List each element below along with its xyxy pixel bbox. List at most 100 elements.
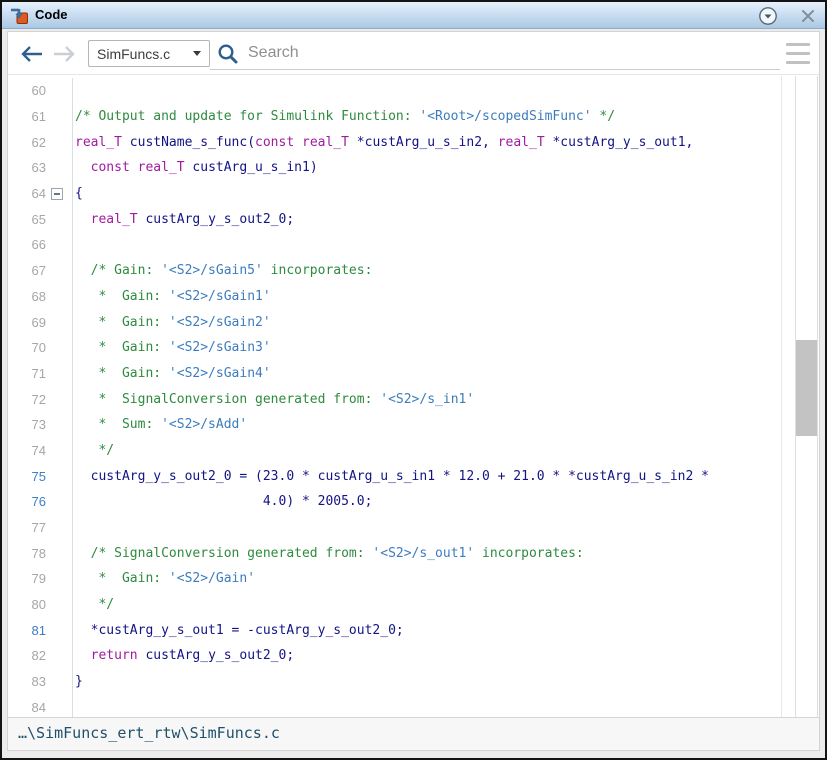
model-element-link[interactable]: '<S2>/sGain3' — [169, 340, 271, 355]
code-line: 73 * Sum: '<S2>/sAdd' — [8, 412, 781, 438]
fold-column — [46, 412, 73, 438]
file-path: …\SimFuncs_ert_rtw\SimFuncs.c — [18, 724, 280, 742]
model-element-link[interactable]: '<Root>/scopedSimFunc' — [419, 109, 591, 124]
code-text: */ — [73, 443, 114, 458]
status-bar: …\SimFuncs_ert_rtw\SimFuncs.c — [8, 717, 819, 750]
code-text: */ — [73, 597, 114, 612]
code-line: 71 * Gain: '<S2>/sGain4' — [8, 361, 781, 387]
fold-column — [46, 566, 73, 592]
fold-column — [46, 463, 73, 489]
model-element-link[interactable]: '<S2>/sGain4' — [169, 366, 271, 381]
code-line: 75 custArg_y_s_out2_0 = (23.0 * custArg_… — [8, 463, 781, 489]
code-text: * SignalConversion generated from: '<S2>… — [73, 392, 474, 407]
line-number: 61 — [8, 109, 46, 124]
code-line: 61/* Output and update for Simulink Func… — [8, 104, 781, 130]
code-line: 77 — [8, 515, 781, 541]
line-number: 63 — [8, 160, 46, 175]
code-line: 78 /* SignalConversion generated from: '… — [8, 540, 781, 566]
code-text: custArg_y_s_out2_0 = (23.0 * custArg_u_s… — [73, 469, 709, 484]
code-line: 69 * Gain: '<S2>/sGain2' — [8, 309, 781, 335]
code-line: 83} — [8, 669, 781, 695]
fold-column — [46, 309, 73, 335]
code-text: * Gain: '<S2>/sGain3' — [73, 340, 271, 355]
code-text: 4.0) * 2005.0; — [73, 494, 372, 509]
code-text: /* SignalConversion generated from: '<S2… — [73, 546, 584, 561]
code-text: * Gain: '<S2>/sGain1' — [73, 289, 271, 304]
code-line: 67 /* Gain: '<S2>/sGain5' incorporates: — [8, 258, 781, 284]
code-line: 65 real_T custArg_y_s_out2_0; — [8, 206, 781, 232]
model-element-link[interactable]: '<S2>/sGain5' — [161, 263, 263, 278]
fold-column — [46, 592, 73, 618]
code-text: * Gain: '<S2>/Gain' — [73, 571, 255, 586]
fold-column — [46, 129, 73, 155]
code-editor: 60 61/* Output and update for Simulink Fu… — [8, 76, 819, 717]
search-icon — [216, 42, 240, 66]
fold-column — [46, 335, 73, 361]
fold-column — [46, 206, 73, 232]
line-number: 81 — [8, 623, 46, 638]
code-line: 81 *custArg_y_s_out1 = -custArg_y_s_out2… — [8, 617, 781, 643]
line-number: 78 — [8, 546, 46, 561]
line-number: 84 — [8, 700, 46, 715]
search-input[interactable] — [248, 40, 648, 66]
fold-column — [46, 515, 73, 541]
toolbar: SimFuncs.c — [8, 32, 819, 75]
line-number: 71 — [8, 366, 46, 381]
close-icon[interactable] — [799, 7, 817, 25]
scrollbar-thumb[interactable] — [796, 340, 817, 436]
line-number: 60 — [8, 83, 46, 98]
code-line: 82 return custArg_y_s_out2_0; — [8, 643, 781, 669]
search-field — [210, 37, 780, 70]
code-line: 74 */ — [8, 438, 781, 464]
chevron-down-icon — [193, 51, 201, 56]
code-panel: SimFuncs.c 60 61/* Output and update for … — [7, 31, 820, 751]
fold-column — [46, 695, 73, 718]
line-number: 64 — [8, 186, 46, 201]
code-text: * Gain: '<S2>/sGain2' — [73, 315, 271, 330]
code-line: 60 — [8, 78, 781, 104]
model-element-link[interactable]: '<S2>/Gain' — [169, 571, 255, 586]
code-line: 63 const real_T custArg_u_s_in1) — [8, 155, 781, 181]
code-text: const real_T custArg_u_s_in1) — [73, 160, 318, 175]
code-text: *custArg_y_s_out1 = -custArg_y_s_out2_0; — [73, 623, 404, 638]
fold-column — [46, 104, 73, 130]
line-number: 69 — [8, 315, 46, 330]
line-number: 62 — [8, 135, 46, 150]
hamburger-menu-icon[interactable] — [785, 43, 811, 65]
fold-column — [46, 669, 73, 695]
file-selector-label: SimFuncs.c — [97, 46, 193, 62]
fold-column — [46, 78, 73, 104]
code-line: 68 * Gain: '<S2>/sGain1' — [8, 284, 781, 310]
fold-column — [46, 361, 73, 387]
model-element-link[interactable]: '<S2>/s_out1' — [372, 546, 474, 561]
fold-column — [46, 258, 73, 284]
code-text: * Gain: '<S2>/sGain4' — [73, 366, 271, 381]
fold-column — [46, 617, 73, 643]
model-element-link[interactable]: '<S2>/sAdd' — [161, 417, 247, 432]
dock-menu-icon[interactable] — [758, 6, 778, 26]
line-number: 75 — [8, 469, 46, 484]
code-text: } — [73, 674, 83, 689]
model-element-link[interactable]: '<S2>/sGain2' — [169, 315, 271, 330]
code-text: /* Gain: '<S2>/sGain5' incorporates: — [73, 263, 372, 278]
line-number: 72 — [8, 392, 46, 407]
code-line: 80 */ — [8, 592, 781, 618]
code-line: 79 * Gain: '<S2>/Gain' — [8, 566, 781, 592]
code-text: { — [73, 186, 83, 201]
line-number: 77 — [8, 520, 46, 535]
forward-button[interactable] — [50, 40, 78, 68]
line-number: 80 — [8, 597, 46, 612]
line-number: 70 — [8, 340, 46, 355]
line-number: 73 — [8, 417, 46, 432]
code-fold-toggle[interactable] — [51, 188, 63, 200]
fold-column — [46, 386, 73, 412]
code-window: Code SimFuncs.c — [0, 0, 827, 760]
file-selector-dropdown[interactable]: SimFuncs.c — [88, 40, 210, 67]
back-button[interactable] — [18, 40, 46, 68]
model-element-link[interactable]: '<S2>/s_in1' — [380, 392, 474, 407]
code-text: * Sum: '<S2>/sAdd' — [73, 417, 247, 432]
code-rows: 60 61/* Output and update for Simulink Fu… — [8, 76, 781, 717]
model-element-link[interactable]: '<S2>/sGain1' — [169, 289, 271, 304]
line-number: 83 — [8, 674, 46, 689]
code-line: 84 — [8, 695, 781, 718]
